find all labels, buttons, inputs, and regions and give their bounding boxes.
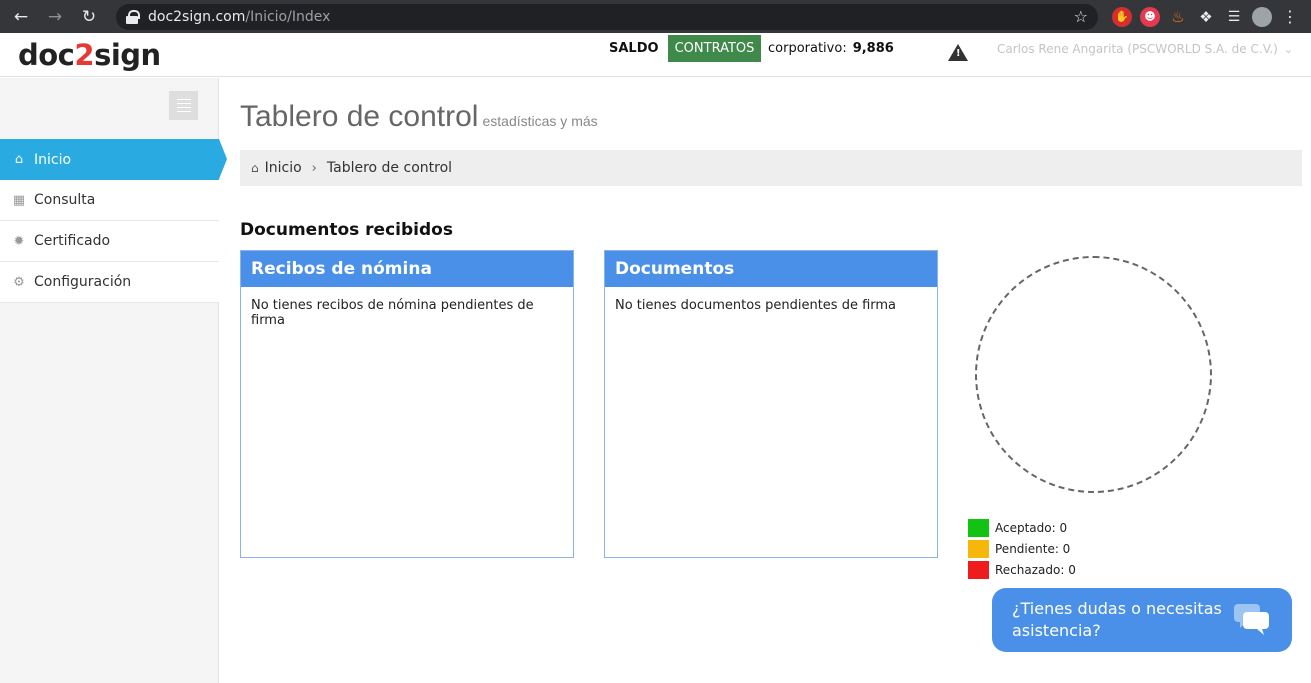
sidebar-item-label: Consulta <box>34 192 96 208</box>
help-chat-button[interactable]: ¿Tienes dudas o necesitas asistencia? <box>992 588 1292 652</box>
chat-bubbles-icon <box>1234 604 1269 635</box>
contratos-button[interactable]: CONTRATOS <box>668 35 761 62</box>
sidebar-item-label: Inicio <box>34 151 72 168</box>
sidebar: ⌂ Inicio ▦ Consulta ✹ Certificado ⚙ Conf… <box>0 78 227 683</box>
bookmark-star-icon[interactable]: ☆ <box>1074 7 1088 26</box>
payroll-panel: Recibos de nómina No tienes recibos de n… <box>240 250 574 558</box>
sidebar-item-label: Certificado <box>34 233 111 249</box>
sidebar-toggle-icon[interactable] <box>169 91 198 120</box>
media-list-icon[interactable]: ☰ <box>1224 7 1244 27</box>
section-title: Documentos recibidos <box>240 220 453 240</box>
sidebar-item-configuracion[interactable]: ⚙ Configuración <box>0 262 219 303</box>
extension-flame-icon[interactable]: ♨ <box>1168 7 1188 27</box>
help-text: ¿Tienes dudas o necesitas asistencia? <box>1012 599 1222 640</box>
app-header: doc2sign SALDO CONTRATOS corporativo: 9,8… <box>0 33 1311 77</box>
extensions-puzzle-icon[interactable]: ❖ <box>1196 7 1216 27</box>
legend-label: Rechazado: 0 <box>995 562 1076 577</box>
back-icon[interactable]: ← <box>8 4 34 30</box>
extension-face-icon[interactable]: ☻ <box>1140 6 1160 27</box>
chevron-down-icon: ⌄ <box>1283 43 1294 56</box>
panel-title: Documentos <box>605 251 937 287</box>
forward-icon[interactable]: → <box>42 4 68 30</box>
corporate-balance: corporativo: 9,886 <box>768 41 894 56</box>
sidebar-menu: ⌂ Inicio ▦ Consulta ✹ Certificado ⚙ Conf… <box>0 139 227 303</box>
warning-icon[interactable]: ! <box>948 44 968 61</box>
cert-icon: ✹ <box>13 233 25 249</box>
legend-label: Aceptado: 0 <box>995 520 1068 535</box>
sidebar-item-label: Configuración <box>34 274 132 290</box>
legend-label: Pendiente: 0 <box>995 541 1071 556</box>
sidebar-item-certificado[interactable]: ✹ Certificado <box>0 221 219 262</box>
panel-message: No tienes recibos de nómina pendientes d… <box>251 298 534 328</box>
documents-panel: Documentos No tienes documentos pendient… <box>604 250 938 558</box>
corp-label: corporativo: <box>768 41 847 56</box>
sidebar-item-inicio[interactable]: ⌂ Inicio <box>0 139 227 180</box>
reload-icon[interactable]: ↻ <box>76 4 102 30</box>
home-icon: ⌂ <box>251 161 259 175</box>
url-host: doc2sign.com <box>148 8 246 25</box>
legend-swatch <box>968 560 989 579</box>
sidebar-item-consulta[interactable]: ▦ Consulta <box>0 180 219 221</box>
table-icon: ▦ <box>12 192 26 208</box>
legend-item-rechazado: Rechazado: 0 <box>968 559 1076 580</box>
doc2sign-logo[interactable]: doc2sign <box>18 38 161 72</box>
chevron-right-icon: › <box>311 160 317 176</box>
page-subtitle: estadísticas y más <box>482 113 598 129</box>
page-title: Tablero de control estadísticas y más <box>240 100 598 133</box>
extension-hand-icon[interactable]: ✋ <box>1112 6 1132 27</box>
legend-swatch <box>968 539 989 558</box>
browser-toolbar: ← → ↻ doc2sign.com/Inicio/Index ☆ ✋ ☻ ♨ … <box>0 0 1311 33</box>
gears-icon: ⚙ <box>13 274 25 290</box>
breadcrumb-current: Tablero de control <box>326 160 453 176</box>
user-menu[interactable]: Carlos Rene Angarita (PSCWORLD S.A. de C… <box>997 42 1293 56</box>
legend-item-aceptado: Aceptado: 0 <box>968 517 1076 538</box>
legend-swatch <box>968 518 989 537</box>
saldo-label: SALDO <box>609 41 659 56</box>
user-name: Carlos Rene Angarita (PSCWORLD S.A. de C… <box>997 42 1278 56</box>
url-path: /Inicio/Index <box>245 8 331 25</box>
corp-value: 9,886 <box>852 41 894 56</box>
panel-title: Recibos de nómina <box>241 251 573 287</box>
breadcrumb-home-link[interactable]: Inicio <box>265 160 302 176</box>
breadcrumb: ⌂ Inicio › Tablero de control <box>240 150 1302 186</box>
browser-menu-icon[interactable]: ⋮ <box>1280 7 1300 27</box>
home-icon: ⌂ <box>14 152 24 167</box>
chart-legend: Aceptado: 0 Pendiente: 0 Rechazado: 0 <box>968 517 1076 580</box>
panel-message: No tienes documentos pendientes de firma <box>615 298 897 313</box>
profile-avatar[interactable] <box>1252 6 1272 27</box>
status-donut-chart <box>975 256 1212 493</box>
address-bar[interactable]: doc2sign.com/Inicio/Index ☆ <box>116 3 1098 30</box>
lock-icon <box>126 9 140 24</box>
legend-item-pendiente: Pendiente: 0 <box>968 538 1076 559</box>
